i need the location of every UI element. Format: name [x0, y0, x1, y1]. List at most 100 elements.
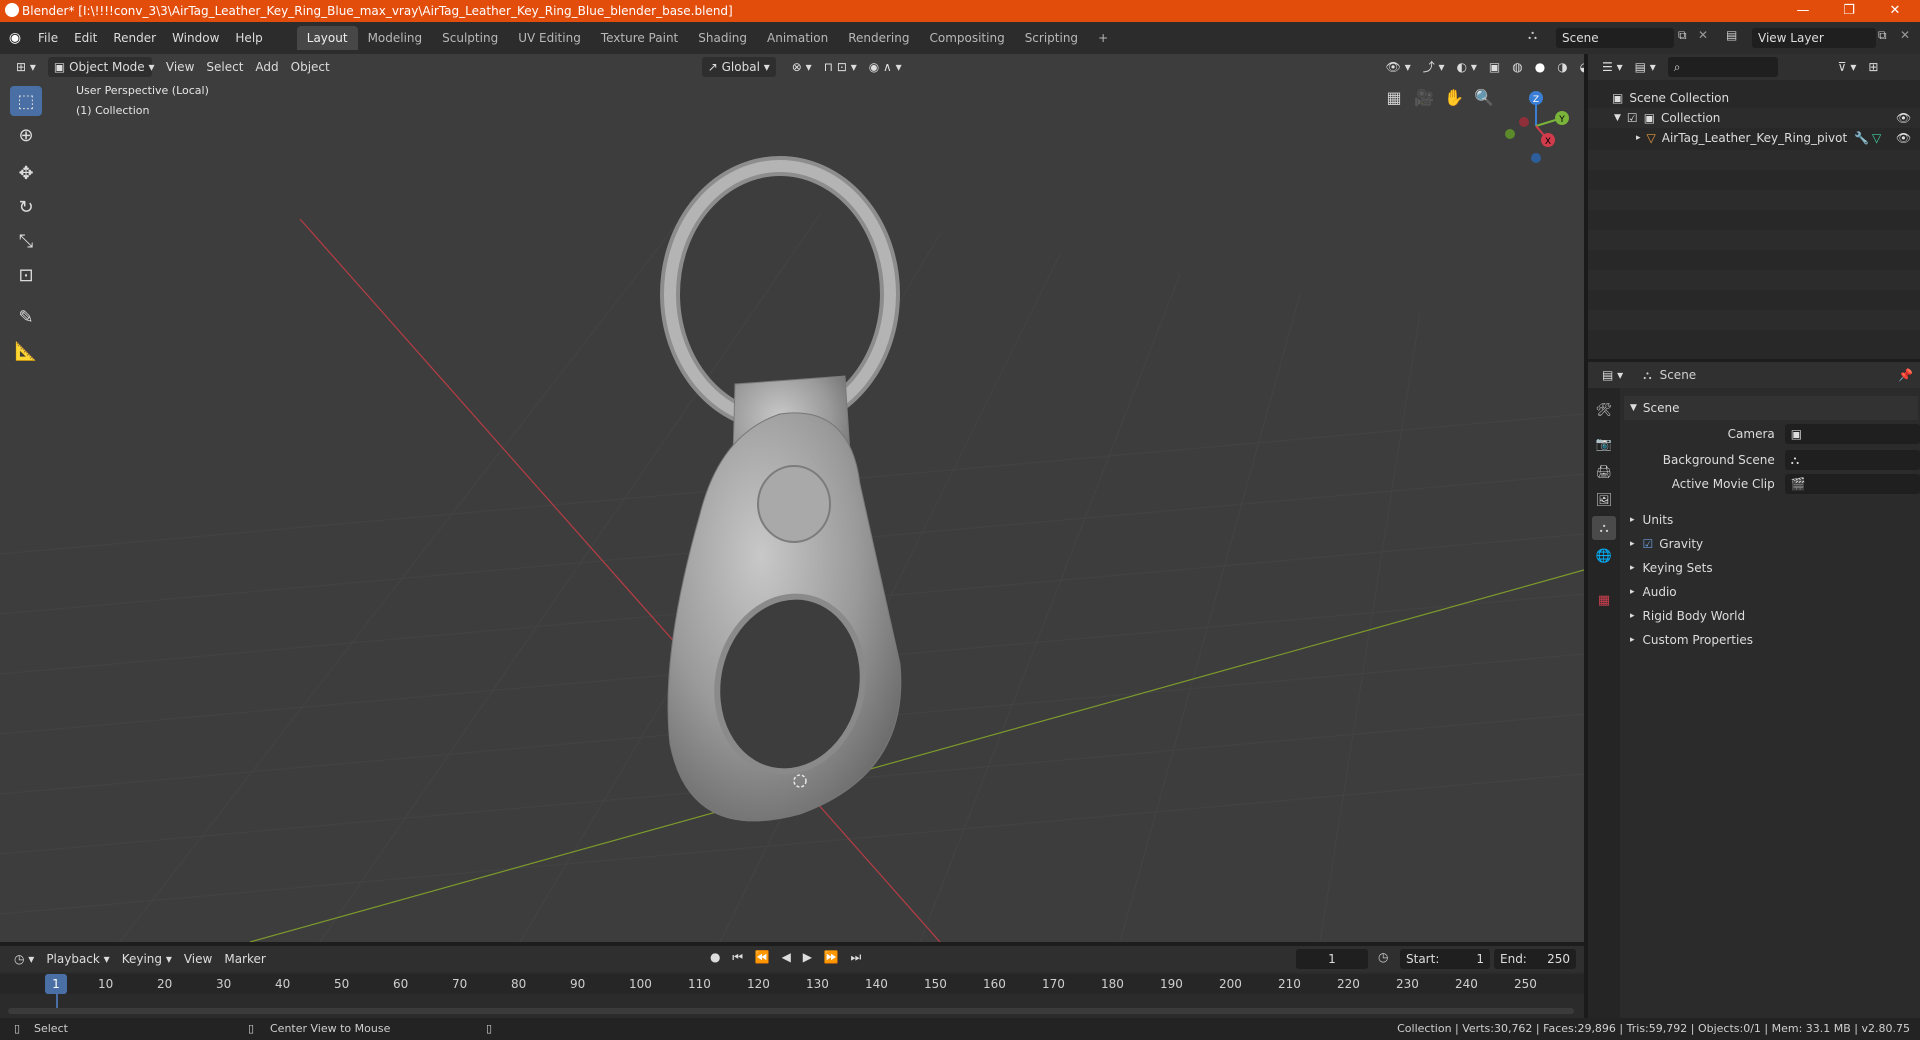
menu-view[interactable]: View [160, 57, 200, 77]
clock-icon[interactable]: ◷ [1378, 950, 1388, 964]
new-scene-icon[interactable]: ⧉ [1678, 28, 1687, 43]
select-box-tool-icon[interactable]: ⬚ [10, 86, 42, 116]
editor-type-icon[interactable]: ⊞ ▾ [10, 57, 42, 77]
view-layer-selector[interactable]: View Layer [1752, 28, 1876, 48]
expand-arrow-icon[interactable]: ▼ [1614, 113, 1621, 123]
gravity-panel-header[interactable]: ▸ ☑ Gravity [1624, 532, 1918, 556]
move-tool-icon[interactable]: ✥ [10, 158, 42, 188]
background-scene-field[interactable]: ⛬ [1784, 450, 1920, 470]
tool-tab-icon[interactable]: 🛠 [1592, 398, 1616, 422]
menu-keying[interactable]: Keying ▾ [116, 949, 178, 969]
menu-select[interactable]: Select [200, 57, 249, 77]
tab-uv-editing[interactable]: UV Editing [508, 26, 591, 50]
overlay-toggle-icon[interactable]: ◐ ▾ [1451, 57, 1483, 77]
tab-modeling[interactable]: Modeling [358, 26, 433, 50]
blender-menu-icon[interactable]: ◉ [0, 30, 30, 46]
xray-icon[interactable]: ▣ [1483, 57, 1506, 77]
rigid-body-panel-header[interactable]: ▸ Rigid Body World [1624, 604, 1918, 628]
render-tab-icon[interactable]: 📷 [1592, 432, 1616, 456]
expand-arrow-icon[interactable]: ▸ [1636, 133, 1641, 143]
delete-scene-icon[interactable]: ✕ [1698, 28, 1708, 42]
menu-playback[interactable]: Playback ▾ [40, 949, 115, 969]
shading-wireframe-icon[interactable]: ◍ [1506, 57, 1528, 77]
menu-edit[interactable]: Edit [66, 22, 105, 54]
camera-view-icon[interactable]: 🎥 [1411, 84, 1437, 110]
display-mode-icon[interactable]: ▤ ▾ [1629, 57, 1662, 77]
rotate-tool-icon[interactable]: ↻ [10, 192, 42, 222]
outliner-editor-type-icon[interactable]: ☰ ▾ [1596, 57, 1629, 77]
new-view-layer-icon[interactable]: ⧉ [1878, 28, 1887, 43]
scene-tab-icon[interactable]: ⛬ [1592, 516, 1616, 540]
gravity-checkbox[interactable]: ☑ [1643, 537, 1654, 551]
menu-marker[interactable]: Marker [218, 949, 271, 969]
menu-render[interactable]: Render [105, 22, 164, 54]
eye-icon[interactable]: 👁 [1896, 131, 1911, 145]
maximize-button[interactable]: ❐ [1826, 0, 1872, 22]
current-frame-indicator[interactable]: 1 [45, 974, 67, 994]
view-layer-tab-icon[interactable]: 🖼 [1592, 488, 1616, 512]
new-collection-icon[interactable]: ⊞ [1862, 57, 1884, 77]
outliner-search-input[interactable]: ⌕ [1667, 57, 1778, 77]
pivot-icon[interactable]: ⊗ ▾ [786, 57, 818, 77]
movie-clip-field[interactable]: 🎬 [1784, 474, 1920, 494]
world-tab-icon[interactable]: 🌐 [1592, 544, 1616, 568]
tab-animation[interactable]: Animation [757, 26, 838, 50]
filter-icon[interactable]: ⊽ ▾ [1832, 57, 1863, 77]
add-workspace-button[interactable]: + [1088, 26, 1118, 50]
snap-icon[interactable]: ⊓ ⊡ ▾ [818, 57, 863, 77]
toggle-grid-icon[interactable]: ▦ [1381, 84, 1407, 110]
close-button[interactable]: ✕ [1872, 0, 1918, 22]
audio-panel-header[interactable]: ▸ Audio [1624, 580, 1918, 604]
output-tab-icon[interactable]: 🖨 [1592, 460, 1616, 484]
outliner-row-collection[interactable]: ▼ ☑ ▣ Collection 👁 [1588, 108, 1920, 128]
keying-sets-panel-header[interactable]: ▸ Keying Sets [1624, 556, 1918, 580]
3d-viewport[interactable]: ⊞ ▾ ▣ Object Mode ▾ View Select Add Obje… [0, 54, 1584, 942]
end-frame-field[interactable]: End: 250 [1494, 949, 1576, 969]
units-panel-header[interactable]: ▸ Units [1624, 508, 1918, 532]
timeline-scrollbar[interactable] [8, 1008, 1574, 1014]
cursor-tool-icon[interactable]: ⊕ [10, 120, 42, 150]
shading-material-icon[interactable]: ◑ [1551, 57, 1573, 77]
scene-selector[interactable]: Scene [1556, 28, 1674, 48]
scale-tool-icon[interactable]: ⤡ [10, 226, 42, 256]
checkbox-icon[interactable]: ☑ [1627, 111, 1638, 125]
playback-controls[interactable]: ● ⏮ ⏪ ◀ ▶ ⏩ ⏭ [710, 950, 865, 965]
outliner-row-scene-collection[interactable]: ▣ Scene Collection [1588, 88, 1920, 108]
outliner-row-object[interactable]: ▸ ▽ AirTag_Leather_Key_Ring_pivot 🔧 ▽ 👁 [1588, 128, 1920, 148]
timeline-editor-type-icon[interactable]: ◷ ▾ [8, 949, 40, 969]
eye-icon[interactable]: 👁 [1896, 111, 1911, 125]
tab-compositing[interactable]: Compositing [919, 26, 1014, 50]
tab-rendering[interactable]: Rendering [838, 26, 919, 50]
custom-properties-panel-header[interactable]: ▸ Custom Properties [1624, 628, 1918, 652]
annotate-tool-icon[interactable]: ✎ [10, 302, 42, 332]
menu-help[interactable]: Help [227, 22, 270, 54]
current-frame-field[interactable]: 1 [1296, 949, 1368, 969]
proportional-edit-icon[interactable]: ◉ ∧ ▾ [863, 57, 908, 77]
shading-solid-icon[interactable]: ● [1529, 57, 1551, 77]
orientation-selector[interactable]: ↗ Global ▾ [701, 57, 776, 77]
menu-object[interactable]: Object [285, 57, 336, 77]
zoom-view-icon[interactable]: 🔍 [1471, 84, 1497, 110]
menu-add[interactable]: Add [249, 57, 284, 77]
tab-sculpting[interactable]: Sculpting [432, 26, 508, 50]
tab-shading[interactable]: Shading [688, 26, 757, 50]
tab-layout[interactable]: Layout [296, 26, 358, 50]
frame-ruler[interactable]: 1 10 20 30 40 50 60 70 80 90 100 110 120 130 140 150 16… [0, 974, 1584, 1014]
gizmo-toggle-icon[interactable]: ⤴ ▾ [1417, 57, 1451, 77]
tab-texture-paint[interactable]: Texture Paint [591, 26, 688, 50]
delete-view-layer-icon[interactable]: ✕ [1900, 28, 1910, 42]
pan-view-icon[interactable]: ✋ [1441, 84, 1467, 110]
visibility-icon[interactable]: 👁 ▾ [1380, 57, 1417, 77]
properties-editor-type-icon[interactable]: ▤ ▾ [1596, 365, 1629, 385]
shading-rendered-icon[interactable]: ◒ ▾ [1574, 57, 1584, 77]
minimize-button[interactable]: — [1780, 0, 1826, 22]
transform-tool-icon[interactable]: ⊡ [10, 260, 42, 290]
scene-panel-header[interactable]: ▼ Scene [1624, 396, 1918, 420]
camera-field[interactable]: ▣ [1784, 424, 1920, 444]
menu-window[interactable]: Window [164, 22, 227, 54]
texture-tab-icon[interactable]: ▦ [1592, 588, 1616, 612]
menu-file[interactable]: File [30, 22, 66, 54]
navigation-gizmo[interactable]: Z Y X [1496, 84, 1576, 164]
mode-selector[interactable]: ▣ Object Mode ▾ [47, 57, 155, 77]
measure-tool-icon[interactable]: 📐 [10, 336, 42, 366]
